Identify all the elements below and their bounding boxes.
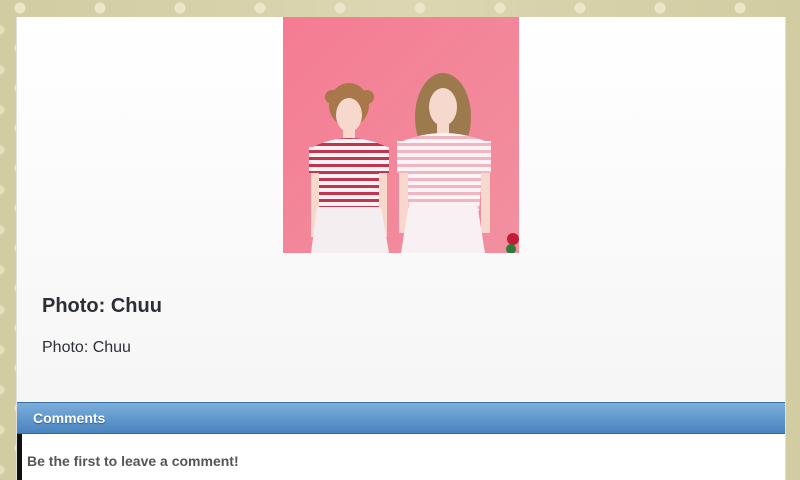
article-panel: Photo: Chuu Photo: Chuu Comments Be the …: [16, 17, 786, 480]
article-photo: [283, 17, 519, 253]
comments-list: Be the first to leave a comment!: [17, 434, 785, 480]
comments-header-label: Comments: [33, 410, 106, 426]
comments-empty-message: Be the first to leave a comment!: [27, 453, 239, 469]
photo-caption-text: Photo: Chuu: [42, 339, 131, 356]
comments-header: Comments: [17, 402, 785, 434]
photo-caption-title: Photo: Chuu: [42, 295, 162, 317]
